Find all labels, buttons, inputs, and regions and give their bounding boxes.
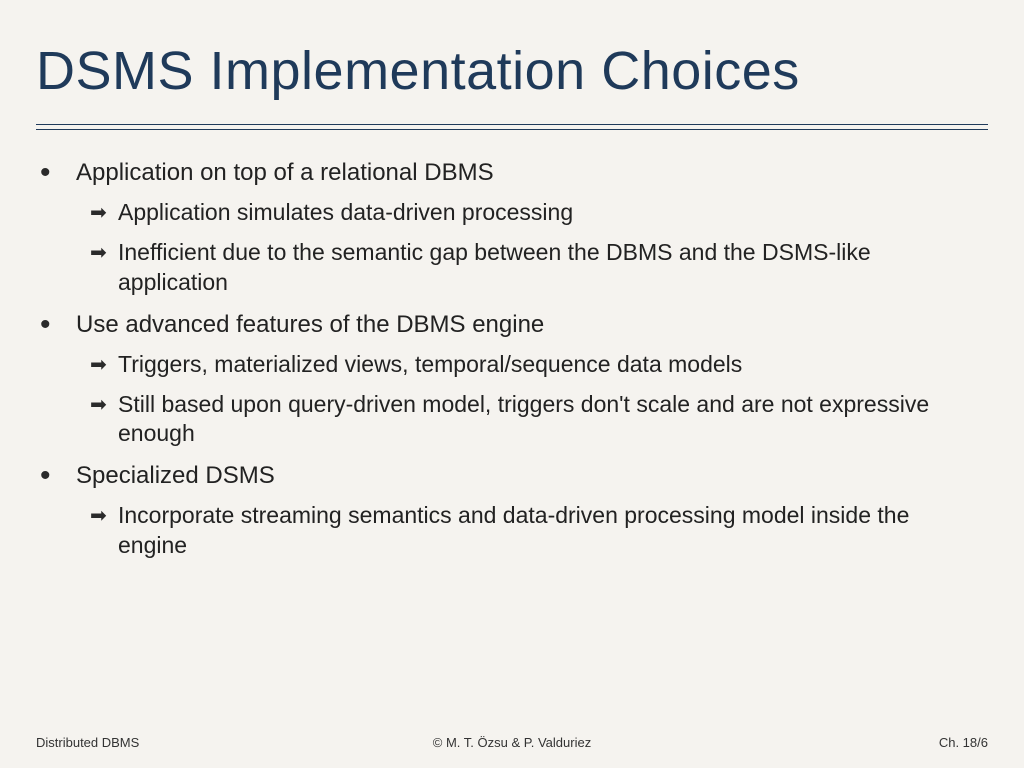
footer-left: Distributed DBMS — [36, 735, 139, 750]
sub-bullet-item: ➡ Incorporate streaming semantics and da… — [90, 501, 988, 561]
slide: DSMS Implementation Choices • Applicatio… — [0, 0, 1024, 768]
arrow-right-icon: ➡ — [90, 392, 118, 418]
footer: Distributed DBMS © M. T. Özsu & P. Valdu… — [36, 735, 988, 750]
sub-bullet-item: ➡ Triggers, materialized views, temporal… — [90, 350, 988, 380]
sub-bullet-item: ➡ Application simulates data-driven proc… — [90, 198, 988, 228]
bullet-item: • Use advanced features of the DBMS engi… — [40, 310, 988, 340]
sub-bullet-text: Incorporate streaming semantics and data… — [118, 501, 988, 561]
arrow-right-icon: ➡ — [90, 240, 118, 266]
footer-right: Ch. 18/6 — [939, 735, 988, 750]
sub-bullet-text: Inefficient due to the semantic gap betw… — [118, 238, 988, 298]
arrow-right-icon: ➡ — [90, 503, 118, 529]
slide-title: DSMS Implementation Choices — [36, 40, 988, 102]
footer-center: © M. T. Özsu & P. Valduriez — [433, 735, 591, 750]
bullet-item: • Specialized DSMS — [40, 461, 988, 491]
title-rule-top — [36, 124, 988, 125]
arrow-right-icon: ➡ — [90, 200, 118, 226]
bullet-dot-icon: • — [40, 314, 76, 336]
bullet-text: Use advanced features of the DBMS engine — [76, 310, 544, 340]
sub-bullet-item: ➡ Inefficient due to the semantic gap be… — [90, 238, 988, 298]
sub-bullet-item: ➡ Still based upon query-driven model, t… — [90, 390, 988, 450]
bullet-item: • Application on top of a relational DBM… — [40, 158, 988, 188]
title-rule-bottom — [36, 129, 988, 130]
bullet-dot-icon: • — [40, 162, 76, 184]
sub-bullet-text: Application simulates data-driven proces… — [118, 198, 583, 228]
arrow-right-icon: ➡ — [90, 352, 118, 378]
sub-bullet-text: Triggers, materialized views, temporal/s… — [118, 350, 752, 380]
content-area: • Application on top of a relational DBM… — [36, 158, 988, 561]
bullet-text: Specialized DSMS — [76, 461, 275, 491]
sub-bullet-text: Still based upon query-driven model, tri… — [118, 390, 988, 450]
bullet-text: Application on top of a relational DBMS — [76, 158, 494, 188]
bullet-dot-icon: • — [40, 465, 76, 487]
